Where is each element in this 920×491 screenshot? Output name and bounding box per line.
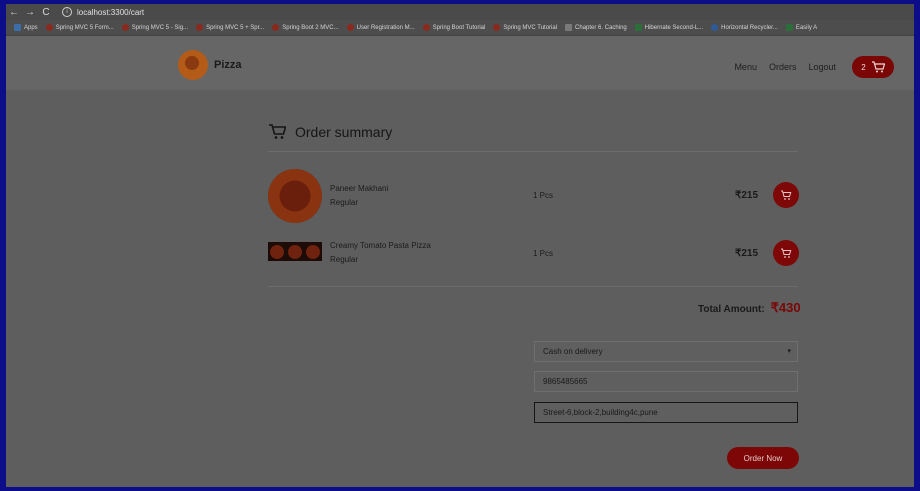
total-amount-row: Total Amount: ₹430 — [698, 300, 801, 316]
reload-icon[interactable]: C — [38, 7, 54, 18]
item-price: ₹215 — [735, 190, 759, 201]
main-nav: Menu Orders Logout 2 — [734, 56, 894, 78]
pizza-image — [268, 242, 322, 261]
bookmark-icon — [493, 24, 501, 31]
item-name: Creamy Tomato Pasta Pizza — [330, 241, 431, 250]
pizza-logo-icon — [178, 50, 208, 80]
phone-input[interactable]: 9865485665 — [534, 371, 798, 392]
bookmark-item[interactable]: Apps — [14, 24, 38, 31]
total-amount: ₹430 — [770, 300, 801, 315]
total-label: Total Amount: — [698, 304, 765, 315]
info-icon[interactable]: i — [62, 7, 72, 17]
bookmark-item[interactable]: Spring MVC Tutorial — [493, 24, 557, 31]
browser-toolbar: ← → C i localhost:3300/cart — [6, 4, 914, 20]
bookmark-icon — [711, 24, 719, 31]
forward-arrow-icon[interactable]: → — [22, 7, 38, 18]
bookmark-item[interactable]: Spring Boot Tutorial — [422, 24, 485, 31]
address-input[interactable]: Street-6,block-2,building4c,pune — [534, 402, 798, 423]
bookmark-icon — [785, 24, 793, 31]
bookmark-item[interactable]: Chapter 6. Caching — [565, 24, 627, 31]
bookmark-icon — [422, 24, 430, 31]
remove-item-button[interactable] — [773, 182, 799, 208]
bookmark-icon — [45, 24, 53, 31]
address-value: Street-6,block-2,building4c,pune — [543, 408, 658, 417]
bookmark-item[interactable]: Horizontal Recycler... — [711, 24, 778, 31]
divider — [268, 151, 798, 152]
bookmark-item[interactable]: Easily A — [785, 24, 817, 31]
item-quantity: 1 Pcs — [533, 191, 554, 200]
browser-window: ← → C i localhost:3300/cart Apps Spring … — [6, 4, 914, 487]
nav-link-menu[interactable]: Menu — [734, 62, 757, 72]
cart-item: Creamy Tomato Pasta Pizza Regular 1 Pcs … — [268, 227, 799, 281]
bookmark-item[interactable]: Spring Boot 2 MVC... — [272, 24, 339, 31]
order-now-button[interactable]: Order Now — [727, 447, 799, 469]
payment-method-value: Cash on delivery — [543, 347, 603, 356]
bookmark-item[interactable]: Spring MVC 5 + Spr... — [196, 24, 264, 31]
item-size: Regular — [330, 255, 359, 264]
remove-item-button[interactable] — [773, 240, 799, 266]
brand-name: Pizza — [214, 59, 242, 71]
bookmarks-bar: Apps Spring MVC 5 Form... Spring MVC 5 -… — [6, 20, 914, 36]
cart-icon — [871, 61, 885, 73]
cart-item: Paneer Makhani Regular 1 Pcs ₹215 — [268, 169, 799, 223]
cart-remove-icon — [781, 190, 792, 200]
phone-value: 9865485665 — [543, 377, 588, 386]
url-text[interactable]: localhost:3300/cart — [77, 8, 144, 17]
bookmark-icon — [346, 24, 354, 31]
bookmark-icon — [121, 24, 129, 31]
address-bar[interactable]: i localhost:3300/cart — [62, 7, 144, 17]
nav-link-logout[interactable]: Logout — [808, 62, 836, 72]
item-quantity: 1 Pcs — [533, 249, 554, 258]
divider — [268, 286, 798, 287]
cart-remove-icon — [781, 248, 792, 258]
brand-logo[interactable]: Pizza — [178, 50, 242, 80]
item-price: ₹215 — [735, 248, 759, 259]
pizza-image — [268, 169, 322, 223]
bookmark-icon — [634, 24, 642, 31]
page-title: Order summary — [295, 124, 393, 140]
cart-button[interactable]: 2 — [852, 56, 894, 78]
cart-count-badge: 2 — [861, 62, 866, 72]
bookmark-item[interactable]: Spring MVC 5 - Sig... — [121, 24, 188, 31]
order-summary-heading: Order summary — [268, 124, 392, 140]
apps-grid-icon — [14, 24, 21, 31]
nav-link-orders[interactable]: Orders — [769, 62, 797, 72]
payment-method-select[interactable]: Cash on delivery ▾ — [534, 341, 798, 362]
item-size: Regular — [330, 198, 359, 207]
bookmark-icon — [272, 24, 280, 31]
site-header: Pizza Menu Orders Logout 2 — [6, 36, 914, 90]
bookmark-item[interactable]: Spring MVC 5 Form... — [45, 24, 114, 31]
item-name: Paneer Makhani — [330, 184, 389, 193]
bookmark-item[interactable]: User Registration M... — [346, 24, 415, 31]
cart-icon — [269, 124, 286, 139]
bookmark-icon — [565, 24, 573, 31]
bookmark-icon — [196, 24, 204, 31]
back-arrow-icon[interactable]: ← — [6, 7, 22, 18]
bookmark-item[interactable]: Hibernate Second-L... — [634, 24, 703, 31]
chevron-down-icon: ▾ — [787, 348, 791, 355]
